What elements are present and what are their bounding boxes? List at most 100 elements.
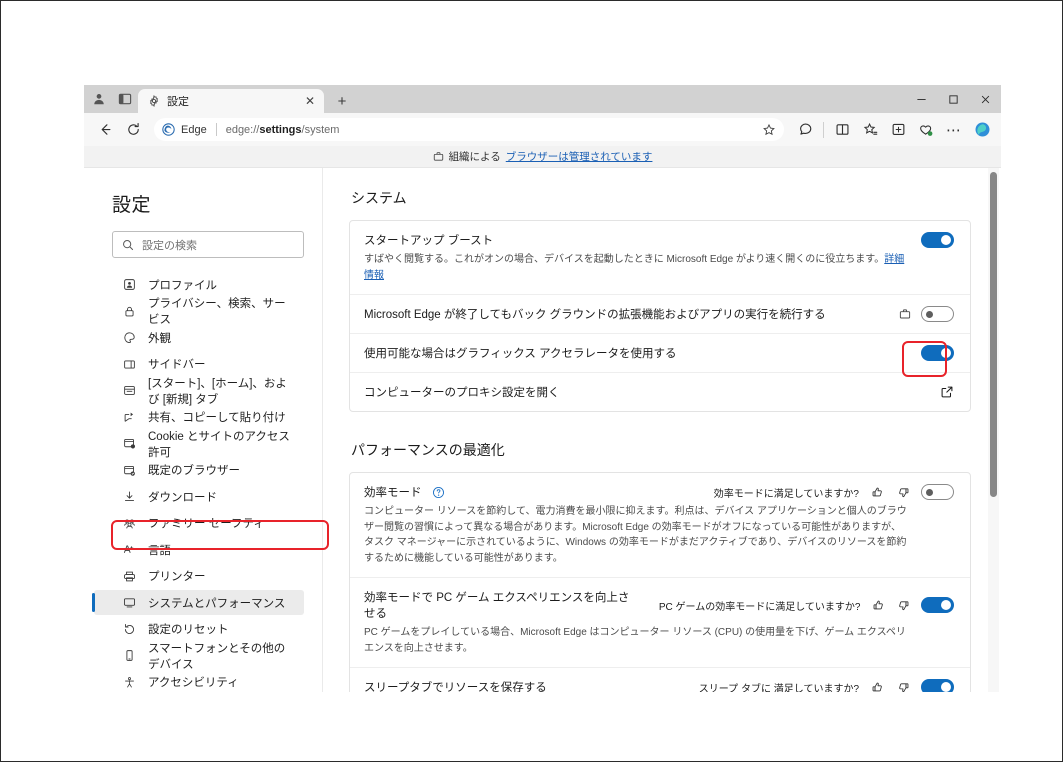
sidebar-item-label: [スタート]、[ホーム]、および [新規] タブ: [148, 377, 287, 406]
copilot-sidebar-icon[interactable]: [969, 117, 995, 143]
feedback-question: スリープ タブに 満足していますか?: [698, 683, 859, 693]
sidebar-item-label: 既定のブラウザー: [148, 465, 240, 477]
setting-label: コンピューターのプロキシ設定を開く: [364, 387, 560, 399]
sidebar-item-languages[interactable]: 言語: [94, 537, 304, 562]
setting-label: 効率モード: [364, 487, 422, 499]
toolbar-divider: [823, 121, 824, 138]
sidebar-item-label: 共有、コピーして貼り付け: [148, 412, 286, 424]
favorites-icon[interactable]: [857, 117, 883, 143]
browser-tab[interactable]: 設定 ✕: [138, 89, 324, 113]
sidebar-item-label: システムとパフォーマンス: [148, 597, 286, 610]
pc-gaming-efficiency-row: 効率モードで PC ゲーム エクスペリエンスを向上させる PC ゲームの効率モー…: [350, 578, 970, 668]
tab-title: 設定: [167, 96, 189, 108]
external-link-icon[interactable]: [940, 385, 954, 399]
help-circle-icon[interactable]: [432, 486, 445, 499]
briefcase-icon: [433, 151, 444, 162]
sidebar-item-family-safety[interactable]: ファミリー セーフティ: [94, 511, 304, 536]
scrollbar-thumb[interactable]: [990, 172, 997, 497]
setting-label: Microsoft Edge が終了してもバック グラウンドの拡張機能およびアプ…: [364, 309, 826, 321]
efficiency-mode-row: 効率モード 効率モードに満足していますか? コンピューター リソースを節約して、…: [350, 473, 970, 578]
efficiency-mode-toggle[interactable]: [921, 484, 954, 500]
sleeping-tabs-toggle[interactable]: [921, 679, 954, 692]
collections-icon[interactable]: [885, 117, 911, 143]
sidebar-item-reset-settings[interactable]: 設定のリセット: [94, 617, 304, 642]
banner-link[interactable]: ブラウザーは管理されています: [506, 149, 653, 164]
thumbs-up-icon[interactable]: [871, 599, 886, 612]
startup-boost-row: スタートアップ ブースト すばやく閲覧する。これがオンの場合、デバイスを起動した…: [350, 221, 970, 295]
thumbs-up-icon[interactable]: [869, 486, 885, 499]
address-bar[interactable]: Edge edge://settings/system: [154, 118, 784, 141]
sleeping-tabs-row: スリープタブでリソースを保存する スリープ タブに 満足していますか? オ: [350, 668, 970, 692]
tab-search-icon[interactable]: [116, 90, 134, 108]
row-header: 使用可能な場合はグラフィックス アクセラレータを使用する: [364, 345, 954, 361]
accessibility-icon: [122, 676, 137, 689]
open-proxy-settings-row[interactable]: コンピューターのプロキシ設定を開く: [350, 373, 970, 411]
settings-sidebar: 設定 設定の検索 プロファイル プライバシー、検索、サービス 外観 サイドバー …: [84, 168, 323, 692]
sidebar-item-sidebar[interactable]: サイドバー: [94, 352, 304, 377]
graphics-acceleration-toggle[interactable]: [921, 345, 954, 361]
thumbs-up-icon[interactable]: [869, 681, 885, 693]
sidebar-item-appearance[interactable]: 外観: [94, 325, 304, 350]
split-screen-icon[interactable]: [829, 117, 855, 143]
pc-gaming-efficiency-toggle[interactable]: [921, 597, 954, 613]
sidebar-item-default-browser[interactable]: 既定のブラウザー: [94, 458, 304, 483]
new-tab-button[interactable]: +: [330, 89, 354, 113]
graphics-acceleration-row: 使用可能な場合はグラフィックス アクセラレータを使用する: [350, 334, 970, 373]
url-text: edge://settings/system: [225, 123, 340, 136]
arrow-left-icon[interactable]: [92, 117, 118, 143]
browser-essentials-icon[interactable]: [913, 117, 939, 143]
tab-close-icon[interactable]: ✕: [302, 93, 318, 109]
sidebar-item-share-copy-paste[interactable]: 共有、コピーして貼り付け: [94, 405, 304, 430]
startup-boost-toggle[interactable]: [921, 232, 954, 248]
settings-content: システム スタートアップ ブースト すばやく閲覧する。これがオンの場合、デバイス…: [323, 168, 1001, 692]
sidebar-item-system-and-performance[interactable]: システムとパフォーマンス: [92, 590, 304, 615]
performance-section-title: パフォーマンスの最適化: [351, 442, 505, 458]
search-input[interactable]: 設定の検索: [112, 231, 304, 258]
sidebar-item-cookies[interactable]: Cookie とサイトのアクセス許可: [94, 431, 304, 459]
maximize-button[interactable]: [937, 85, 969, 113]
close-button[interactable]: [969, 85, 1001, 113]
setting-label: 使用可能な場合はグラフィックス アクセラレータを使用する: [364, 348, 677, 360]
browser-window: 設定 ✕ + Edge edge://settings/system ⋯ 組織に…: [84, 85, 1001, 692]
background-apps-toggle[interactable]: [921, 306, 954, 322]
setting-label: 効率モードで PC ゲーム エクスペリエンスを向上させる: [364, 592, 630, 620]
sidebar-item-downloads[interactable]: ダウンロード: [94, 484, 304, 509]
sidebar-item-privacy[interactable]: プライバシー、検索、サービス: [94, 298, 304, 326]
background-apps-row: Microsoft Edge が終了してもバック グラウンドの拡張機能およびアプ…: [350, 295, 970, 334]
sidebar-icon: [122, 358, 137, 371]
vertical-scrollbar[interactable]: [988, 168, 999, 692]
row-header: Microsoft Edge が終了してもバック グラウンドの拡張機能およびアプ…: [364, 306, 954, 322]
window-controls: [905, 85, 1001, 113]
copilot-icon[interactable]: [792, 117, 818, 143]
setting-label: スタートアップ ブースト: [364, 235, 494, 247]
edge-brand-label: Edge: [181, 123, 207, 136]
thumbs-down-icon[interactable]: [895, 486, 911, 499]
settings-page: 設定 設定の検索 プロファイル プライバシー、検索、サービス 外観 サイドバー …: [84, 168, 1001, 692]
system-settings-card: スタートアップ ブースト すばやく閲覧する。これがオンの場合、デバイスを起動した…: [349, 220, 971, 412]
refresh-icon[interactable]: [120, 117, 146, 143]
row-header: 効率モードで PC ゲーム エクスペリエンスを向上させる PC ゲームの効率モー…: [364, 589, 954, 621]
setting-description: すばやく閲覧する。これがオンの場合、デバイスを起動したときに Microsoft…: [364, 254, 905, 281]
sidebar-item-label: アクセシビリティ: [148, 677, 239, 689]
setting-description: コンピューター リソースを節約して、電力消費を最小限に抑えます。利点は、デバイス…: [364, 506, 907, 564]
browser-toolbar: Edge edge://settings/system ⋯: [84, 113, 1001, 146]
person-icon[interactable]: [90, 90, 108, 108]
share-icon: [122, 411, 137, 424]
family-safety-icon: [122, 517, 137, 530]
sidebar-item-printers[interactable]: プリンター: [94, 564, 304, 589]
sidebar-item-accessibility[interactable]: アクセシビリティ: [94, 670, 304, 693]
sidebar-item-start-home-newtab[interactable]: [スタート]、[ホーム]、および [新規] タブ: [94, 378, 304, 406]
minimize-button[interactable]: [905, 85, 937, 113]
language-icon: [122, 543, 137, 556]
thumbs-down-icon[interactable]: [895, 681, 911, 693]
settings-more-icon[interactable]: ⋯: [941, 117, 967, 143]
feedback-question: PC ゲームの効率モードに満足していますか?: [658, 601, 861, 613]
phone-icon: [122, 649, 137, 662]
sidebar-item-phone-and-devices[interactable]: スマートフォンとその他のデバイス: [94, 643, 304, 671]
search-placeholder: 設定の検索: [142, 239, 197, 252]
star-icon[interactable]: [762, 123, 776, 137]
sidebar-item-profile[interactable]: プロファイル: [94, 272, 304, 297]
tab-strip-left-controls: [84, 85, 138, 113]
printer-icon: [122, 570, 137, 583]
thumbs-down-icon[interactable]: [896, 599, 911, 612]
